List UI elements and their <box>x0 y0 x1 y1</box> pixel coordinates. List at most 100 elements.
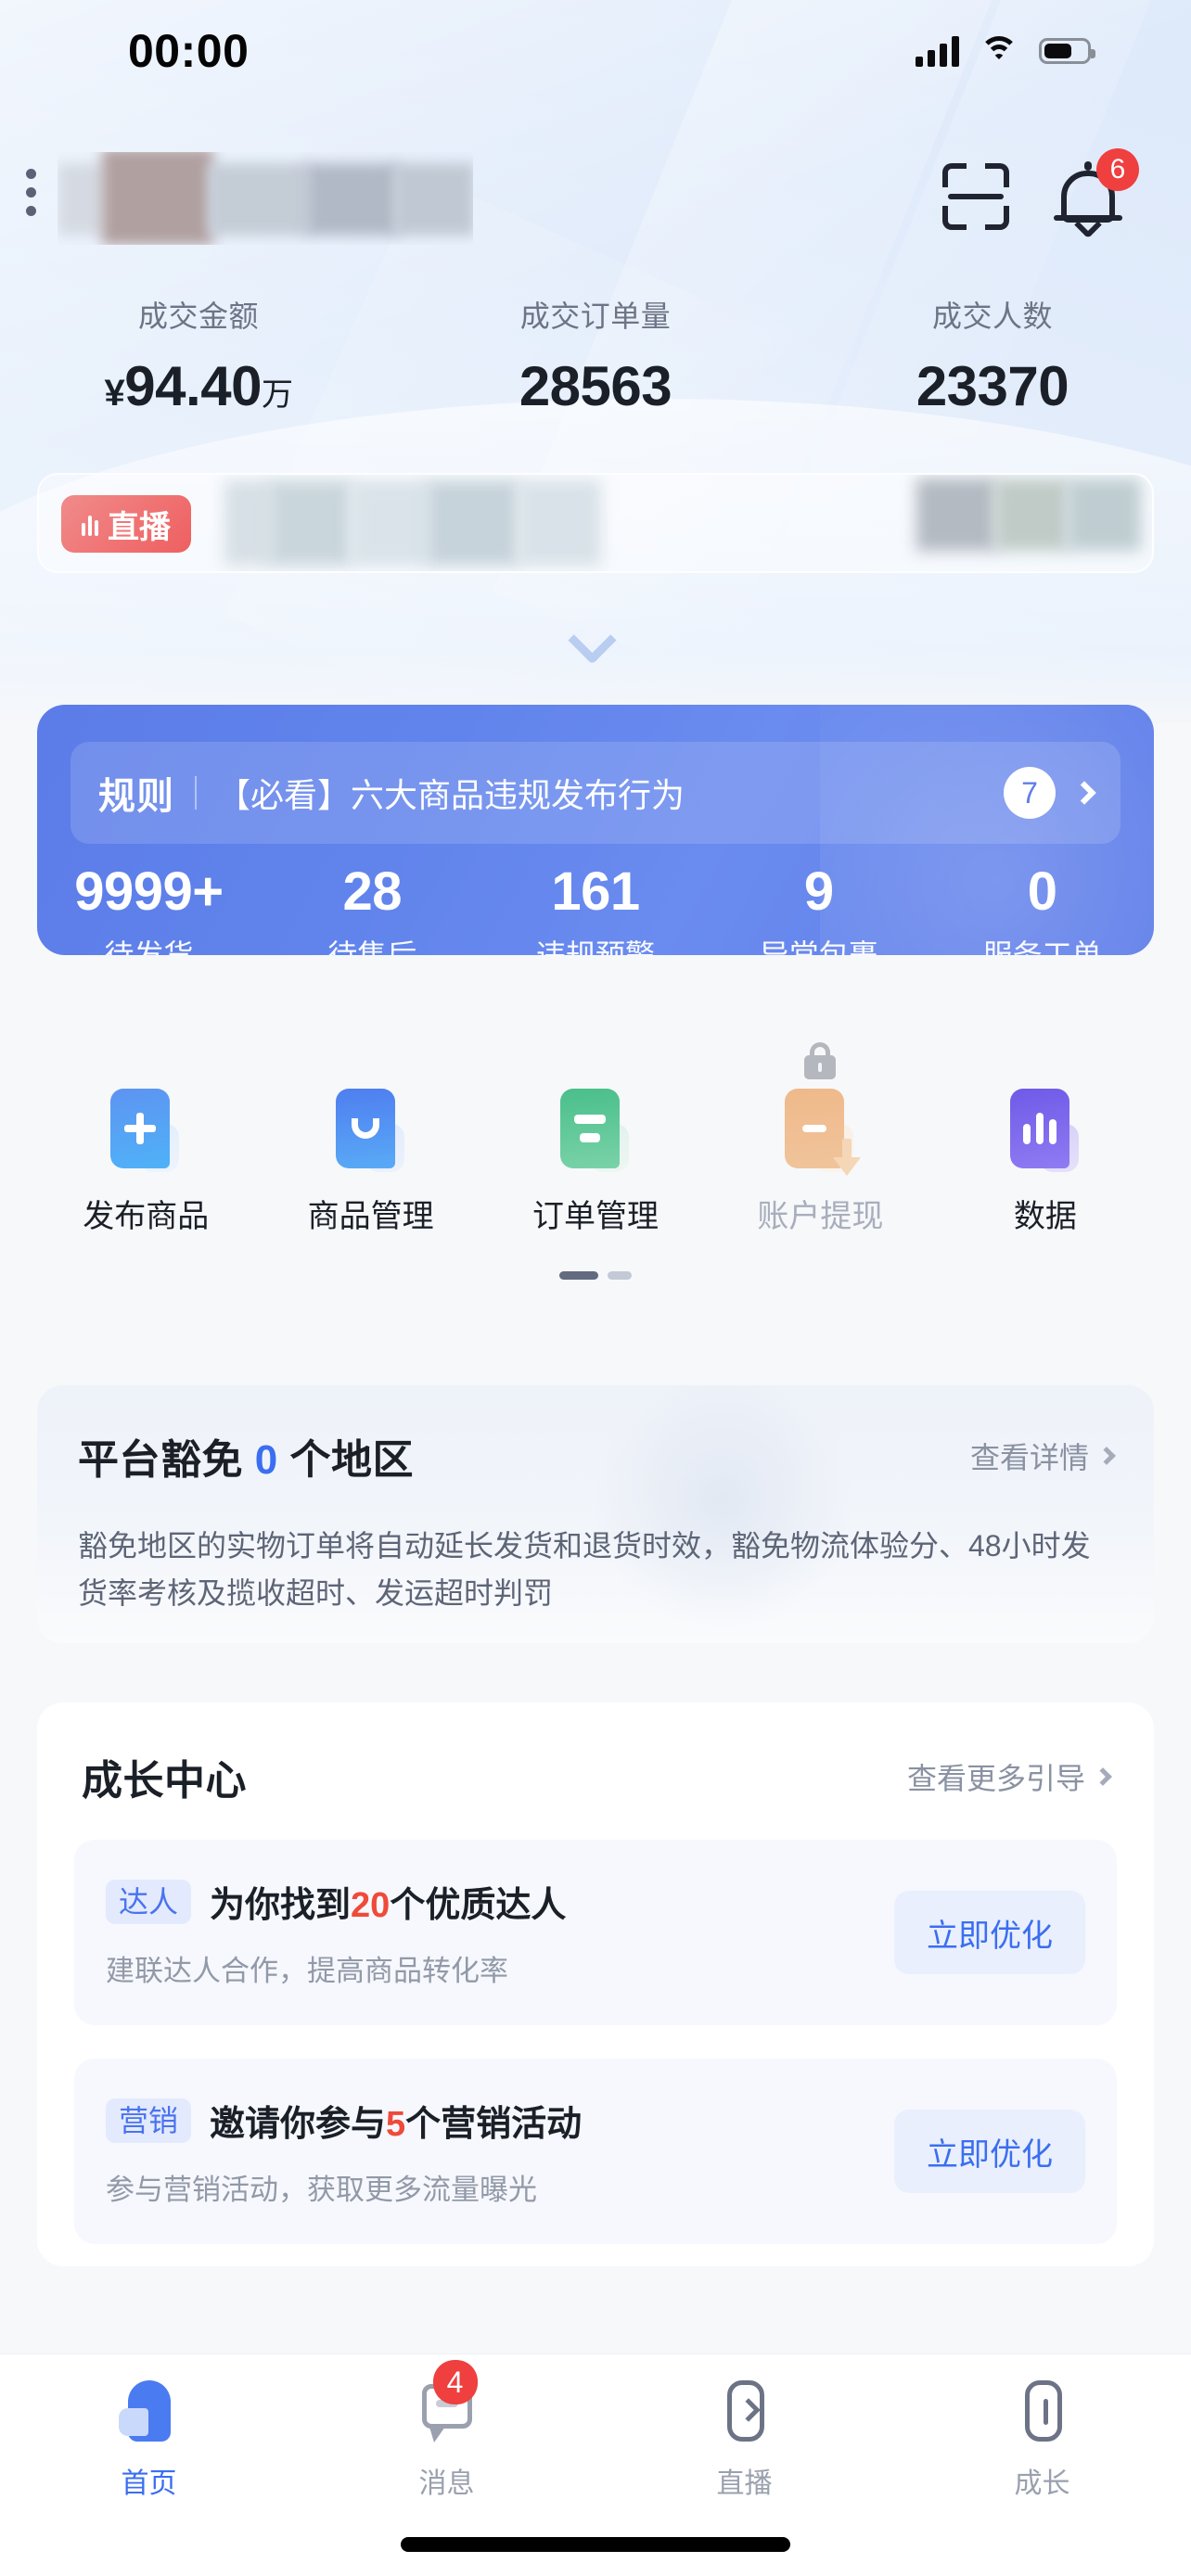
quick-action-publish-product[interactable]: 发布商品 <box>33 1085 258 1236</box>
growth-title-number: 20 <box>351 1886 391 1925</box>
growth-center-card: 成长中心 查看更多引导 达人 为你找到20个优质达人 建联达人合作，提高商品转化… <box>37 1702 1154 2266</box>
todo-value: 28 <box>342 861 402 922</box>
live-entry-bar[interactable]: 直播 <box>37 473 1154 573</box>
todo-label: 异常包裹 <box>759 937 878 955</box>
stat-gmv[interactable]: 成交金额 ¥94.40万 <box>0 293 397 418</box>
app-screen: 00:00 6 成交金额 ¥94.40万 成交订单量 28563 成交人数 23… <box>0 0 1191 2576</box>
todo-abnormal-parcel[interactable]: 9 异常包裹 <box>707 861 930 955</box>
growth-item-tag: 营销 <box>106 2098 192 2143</box>
quick-action-label: 账户提现 <box>757 1199 884 1234</box>
battery-icon <box>1039 38 1095 64</box>
bottom-tab-bar: 首页 4 消息 直播 成长 <box>0 2353 1191 2576</box>
growth-item-subtitle: 建联达人合作，提高商品转化率 <box>106 1955 508 1987</box>
todo-label: 待发货 <box>104 937 194 955</box>
exemption-detail-link[interactable]: 查看详情 <box>969 1435 1116 1477</box>
stat-value: ¥94.40万 <box>0 354 397 418</box>
exemption-title-suffix: 个地区 <box>289 1437 414 1483</box>
stat-currency: ¥ <box>104 373 125 414</box>
tab-label: 首页 <box>121 2468 177 2499</box>
stat-buyers[interactable]: 成交人数 23370 <box>794 293 1191 418</box>
tab-messages[interactable]: 4 消息 <box>298 2360 596 2501</box>
quick-actions-pagination <box>0 1271 1191 1280</box>
pagination-dot-active[interactable] <box>559 1271 598 1280</box>
todo-label: 服务工单 <box>982 937 1102 955</box>
rule-tag: 规则 <box>98 776 174 817</box>
growth-optimize-button[interactable]: 立即优化 <box>894 2110 1085 2193</box>
home-icon <box>118 2380 171 2442</box>
growth-title-number: 5 <box>386 2105 406 2144</box>
quick-action-label: 数据 <box>1013 1199 1077 1234</box>
todo-value: 9999+ <box>74 861 224 922</box>
quick-action-product-management[interactable]: 商品管理 <box>258 1085 482 1236</box>
chevron-right-icon <box>1072 781 1096 805</box>
exemption-title: 平台豁免 0 个地区 <box>78 1426 414 1486</box>
todo-value: 9 <box>803 861 834 922</box>
exemption-title-prefix: 平台豁免 <box>78 1437 243 1483</box>
stat-value: 28563 <box>397 354 794 418</box>
stat-number: 28563 <box>519 355 672 417</box>
growth-title-pre: 邀请你参与 <box>210 2105 387 2144</box>
quick-actions-grid: 发布商品 商品管理 订单管理 账户提现 数据 <box>0 1042 1191 1280</box>
growth-item-tag: 达人 <box>106 1879 192 1924</box>
growth-link-label: 查看更多引导 <box>906 1762 1085 1795</box>
live-badge: 直播 <box>61 495 191 553</box>
pagination-dot[interactable] <box>608 1271 632 1280</box>
todo-after-sales[interactable]: 28 待售后 <box>261 861 484 955</box>
stat-label: 成交订单量 <box>519 300 672 333</box>
publish-product-icon <box>103 1085 188 1172</box>
exemption-link-label: 查看详情 <box>969 1441 1089 1474</box>
growth-title-post: 个营销活动 <box>405 2105 583 2144</box>
quick-action-label: 订单管理 <box>532 1199 660 1234</box>
tab-home[interactable]: 首页 <box>0 2377 298 2501</box>
chevron-right-icon <box>1094 1767 1112 1786</box>
growth-item-marketing[interactable]: 营销 邀请你参与5个营销活动 参与营销活动，获取更多流量曝光 立即优化 <box>74 2059 1117 2244</box>
stat-orders[interactable]: 成交订单量 28563 <box>397 293 794 418</box>
tab-label: 直播 <box>716 2468 773 2499</box>
bell-base <box>1054 215 1122 221</box>
order-management-icon <box>553 1085 638 1172</box>
live-icon <box>726 2380 764 2442</box>
todo-value: 161 <box>551 861 640 922</box>
rule-divider <box>195 776 197 810</box>
quick-action-label: 发布商品 <box>83 1199 210 1234</box>
product-management-icon <box>328 1085 414 1172</box>
growth-item-title: 邀请你参与5个营销活动 <box>210 2095 582 2146</box>
tab-live[interactable]: 直播 <box>596 2377 893 2501</box>
todo-value: 0 <box>1027 861 1057 922</box>
kebab-menu-icon[interactable] <box>26 169 36 216</box>
platform-exemption-card[interactable]: 平台豁免 0 个地区 查看详情 豁免地区的实物订单将自动延长发货和退货时效，豁免… <box>37 1385 1154 1643</box>
tab-growth[interactable]: 成长 <box>893 2377 1191 2501</box>
quick-action-data[interactable]: 数据 <box>933 1085 1158 1236</box>
stat-number: 23370 <box>916 355 1069 417</box>
data-chart-icon <box>1003 1085 1088 1172</box>
notification-bell-button[interactable]: 6 <box>1054 148 1139 239</box>
todo-service-ticket[interactable]: 0 服务工单 <box>930 861 1154 955</box>
stat-unit: 万 <box>261 377 293 413</box>
cellular-bars-icon <box>916 35 959 67</box>
quick-action-order-management[interactable]: 订单管理 <box>483 1085 708 1236</box>
status-bar-clock: 00:00 <box>128 25 250 77</box>
growth-optimize-button[interactable]: 立即优化 <box>894 1891 1085 1974</box>
growth-item-talent[interactable]: 达人 为你找到20个优质达人 建联达人合作，提高商品转化率 立即优化 <box>74 1840 1117 2025</box>
todo-numbers-row: 9999+ 待发货 28 待售后 161 违规预警 9 异常包裹 0 服务工单 <box>37 861 1154 955</box>
app-header: 6 <box>0 139 1191 260</box>
chevron-right-icon <box>1097 1447 1116 1465</box>
quick-action-account-withdraw[interactable]: 账户提现 <box>708 1042 932 1236</box>
status-bar: 00:00 <box>0 0 1191 102</box>
chevron-down-icon[interactable] <box>570 623 621 651</box>
growth-title-post: 个优质达人 <box>390 1886 567 1925</box>
rule-banner[interactable]: 规则 【必看】六大商品违规发布行为 7 <box>70 742 1121 844</box>
wifi-icon <box>980 36 1018 66</box>
message-badge: 4 <box>432 2360 478 2404</box>
rules-todo-panel: 规则 【必看】六大商品违规发布行为 7 9999+ 待发货 28 待售后 161… <box>37 705 1154 955</box>
scan-code-icon[interactable] <box>942 163 1009 230</box>
todo-pending-shipment[interactable]: 9999+ 待发货 <box>37 861 261 955</box>
lock-icon <box>804 1042 837 1079</box>
todo-violation-alert[interactable]: 161 违规预警 <box>484 861 708 955</box>
growth-more-link[interactable]: 查看更多引导 <box>906 1755 1112 1798</box>
todo-label: 违规预警 <box>535 937 655 955</box>
rule-count-badge: 7 <box>1004 767 1056 819</box>
growth-icon <box>1024 2380 1062 2442</box>
exemption-description: 豁免地区的实物订单将自动延长发货和退货时效，豁免物流体验分、48小时发货率考核及… <box>78 1529 1091 1611</box>
tab-label: 消息 <box>418 2468 475 2499</box>
